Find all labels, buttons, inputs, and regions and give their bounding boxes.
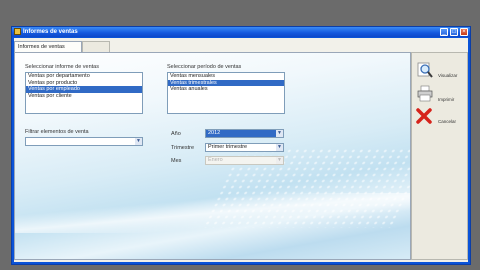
window-title: Informes de ventas [23,29,78,35]
year-dropdown[interactable]: 2012 ▼ [205,129,284,138]
month-label: Mes [171,158,182,164]
year-label: Año [171,131,181,137]
printer-icon [417,85,433,102]
tab-informes-de-ventas[interactable]: Informes de ventas [14,41,82,52]
month-value: Enero [208,157,223,163]
print-button[interactable]: Imprimir [414,84,466,108]
month-dropdown: Enero ▼ [205,156,284,165]
red-x-icon [416,108,432,124]
quarter-dropdown[interactable]: Primer trimestre ▼ [205,143,284,152]
chevron-down-icon[interactable]: ▼ [276,144,283,151]
chevron-down-icon[interactable]: ▼ [276,130,283,137]
title-bar[interactable] [12,27,470,37]
filter-label: Filtrar elementos de venta [25,129,89,135]
preview-label: Visualizar [438,73,458,78]
report-panel: Seleccionar informe de ventas Ventas por… [14,52,411,260]
chevron-down-icon: ▼ [276,157,283,164]
chevron-down-icon[interactable]: ▼ [135,138,142,145]
background-wave [15,193,410,233]
period-listbox[interactable]: Ventas mensuales Ventas trimestrales Ven… [167,72,285,114]
quarter-label: Trimestre [171,145,195,151]
report-label: Seleccionar informe de ventas [25,64,99,70]
cancel-label: Cancelar [438,119,457,124]
preview-button[interactable]: Visualizar [414,60,466,84]
app-icon [14,28,21,35]
period-item-anuales[interactable]: Ventas anuales [168,86,284,93]
minimize-button[interactable]: _ [440,28,448,36]
cancel-button[interactable]: Cancelar [414,106,466,130]
close-button[interactable]: × [460,28,468,36]
period-label: Seleccionar período de ventas [167,64,242,70]
year-value: 2012 [208,130,221,136]
magnifier-icon [417,62,433,78]
report-item-cliente[interactable]: Ventas por cliente [26,93,142,100]
print-label: Imprimir [438,97,455,102]
tab-blank[interactable] [82,41,110,52]
maximize-button[interactable]: □ [450,28,458,36]
filter-dropdown[interactable]: ▼ [25,137,143,146]
report-listbox[interactable]: Ventas por departamento Ventas por produ… [25,72,143,114]
quarter-value: Primer trimestre [208,144,248,150]
